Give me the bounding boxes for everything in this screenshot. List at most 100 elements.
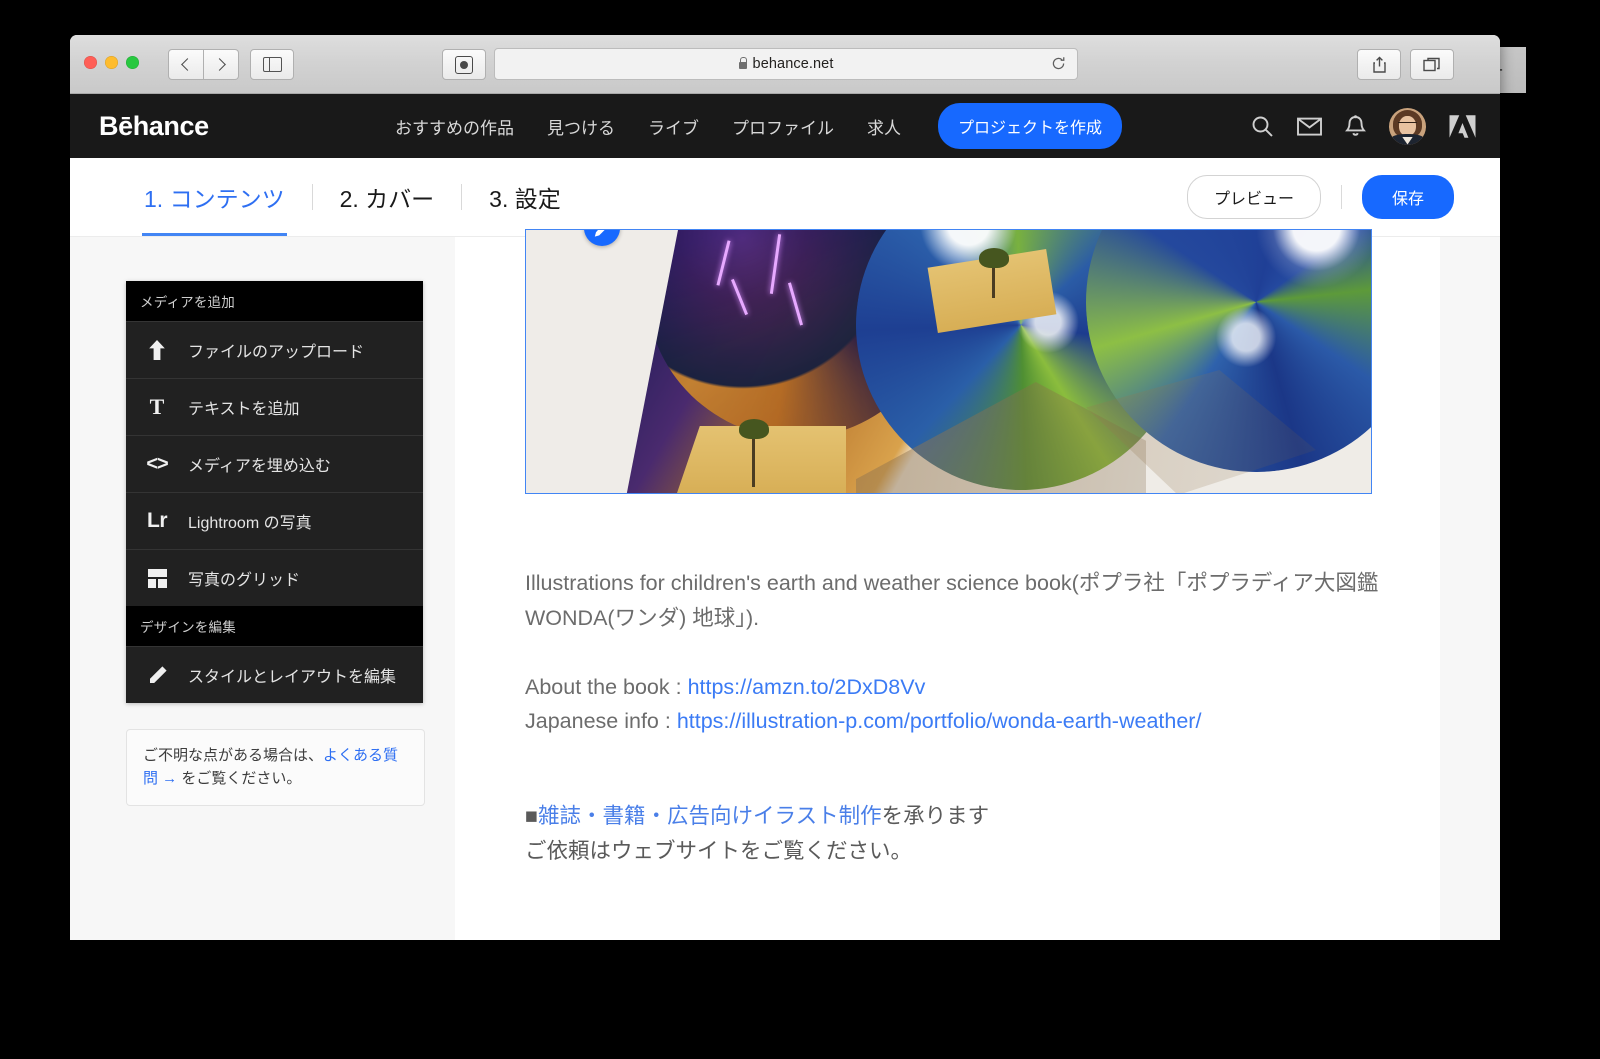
nav-item-discover[interactable]: 見つける — [547, 114, 615, 139]
panel-section-edit-design: デザインを編集 — [126, 606, 423, 646]
toolbar-right-buttons — [1357, 49, 1454, 80]
address-bar-content: behance.net — [738, 56, 834, 72]
bell-icon[interactable] — [1345, 114, 1366, 138]
chevron-left-icon — [181, 58, 194, 71]
behance-logo[interactable]: Bēhance — [99, 111, 209, 142]
japanese-label: Japanese info : — [525, 709, 677, 734]
promo-tail: を承ります — [881, 804, 990, 829]
reload-icon[interactable] — [1050, 55, 1067, 72]
lock-icon — [738, 56, 747, 69]
about-the-book-line: About the book : https://amzn.to/2DxD8Vv — [525, 670, 1385, 705]
help-box: ご不明な点がある場合は、よくある質問 → をご覧ください。 — [126, 729, 425, 806]
tab-cover[interactable]: 2. カバー — [338, 158, 437, 236]
save-button[interactable]: 保存 — [1361, 175, 1454, 219]
editor-body: メディアを追加 ファイルのアップロード T テキストを追加 <> メディアを埋め… — [70, 229, 1500, 940]
minimize-window-button[interactable] — [105, 56, 118, 69]
avatar[interactable] — [1389, 107, 1426, 145]
project-description: Illustrations for children's earth and w… — [525, 566, 1385, 869]
editor-actions: プレビュー 保存 — [1186, 158, 1454, 236]
embed-code-icon: <> — [146, 452, 168, 475]
nav-item-live[interactable]: ライブ — [648, 114, 699, 139]
url-text: behance.net — [752, 56, 834, 72]
preview-button[interactable]: プレビュー — [1186, 175, 1321, 219]
maximize-window-button[interactable] — [126, 56, 139, 69]
step-divider-1 — [311, 184, 313, 210]
media-tools-panel: メディアを追加 ファイルのアップロード T テキストを追加 <> メディアを埋め… — [126, 281, 423, 703]
avatar-glasses — [1398, 121, 1417, 127]
show-tabs-icon — [1423, 57, 1440, 72]
browser-window: behance.net Bēhance おすすめの作品 見つける ライブ プロフ… — [70, 35, 1500, 940]
text-t-icon: T — [149, 394, 165, 419]
photo-grid-icon — [126, 568, 188, 588]
portfolio-link[interactable]: https://illustration-p.com/portfolio/won… — [677, 709, 1202, 733]
browser-toolbar: behance.net — [70, 35, 1500, 94]
tab-content[interactable]: 1. コンテンツ — [142, 158, 287, 236]
nav-item-profile[interactable]: プロファイル — [732, 114, 834, 139]
back-button[interactable] — [168, 49, 204, 80]
promo-line-2: ご依頼はウェブサイトをご覧ください。 — [525, 839, 913, 864]
search-icon[interactable] — [1251, 115, 1274, 138]
main-navigation: おすすめの作品 見つける ライブ プロファイル 求人 プロジェクトを作成 — [395, 103, 1123, 149]
project-canvas: Illustrations for children's earth and w… — [455, 229, 1440, 940]
close-window-button[interactable] — [84, 56, 97, 69]
book-photo — [526, 230, 1371, 493]
window-controls — [84, 56, 139, 69]
pencil-icon — [594, 230, 604, 237]
sidebar-item-label: テキストを追加 — [188, 401, 300, 418]
about-label: About the book : — [525, 674, 688, 699]
help-suffix: をご覧ください。 — [177, 770, 302, 788]
sidebar-toggle-button[interactable] — [250, 49, 294, 80]
sidebar-item-label: メディアを埋め込む — [188, 458, 331, 475]
japanese-info-line: Japanese info : https://illustration-p.c… — [525, 704, 1385, 739]
promo-link[interactable]: 雑誌・書籍・広告向けイラスト制作 — [538, 804, 882, 828]
editor-step-bar: 1. コンテンツ 2. カバー 3. 設定 プレビュー 保存 — [70, 158, 1500, 237]
sidebar-item-label: スタイルとレイアウトを編集 — [188, 669, 397, 686]
address-bar[interactable]: behance.net — [494, 48, 1078, 80]
action-divider — [1340, 185, 1342, 209]
tab-settings[interactable]: 3. 設定 — [487, 158, 563, 236]
description-paragraph: Illustrations for children's earth and w… — [525, 571, 1379, 630]
navigation-buttons — [168, 49, 239, 80]
adobe-logo[interactable] — [1449, 114, 1476, 139]
sidebar-item-lightroom-photos[interactable]: Lr Lightroom の写真 — [126, 492, 423, 549]
nav-item-jobs[interactable]: 求人 — [867, 114, 901, 139]
sidebar-item-edit-style-layout[interactable]: スタイルとレイアウトを編集 — [126, 646, 423, 703]
show-tabs-button[interactable] — [1410, 49, 1454, 80]
behance-header: Bēhance おすすめの作品 見つける ライブ プロファイル 求人 プロジェク… — [70, 94, 1500, 158]
sidebar-item-label: Lightroom の写真 — [188, 515, 312, 532]
sidebar-toggle-icon — [262, 57, 282, 72]
promo-line: ■雑誌・書籍・広告向けイラスト制作を承ります — [525, 799, 1385, 834]
header-icons — [1251, 107, 1476, 145]
acacia-tree-icon — [739, 419, 769, 487]
lightroom-icon: Lr — [147, 509, 168, 532]
create-project-button[interactable]: プロジェクトを作成 — [938, 103, 1123, 149]
panel-section-add-media: メディアを追加 — [126, 281, 423, 321]
upload-arrow-icon — [126, 339, 188, 361]
amazon-link[interactable]: https://amzn.to/2DxD8Vv — [688, 675, 926, 699]
share-button[interactable] — [1357, 49, 1401, 80]
sidebar-item-add-text[interactable]: T テキストを追加 — [126, 378, 423, 435]
reader-view-icon — [455, 55, 473, 74]
sidebar-item-label: 写真のグリッド — [188, 572, 301, 589]
sidebar-item-embed-media[interactable]: <> メディアを埋め込む — [126, 435, 423, 492]
sidebar-item-photo-grid[interactable]: 写真のグリッド — [126, 549, 423, 606]
sidebar-item-label: ファイルのアップロード — [188, 344, 365, 361]
pencil-icon — [126, 665, 188, 686]
editor-steps: 1. コンテンツ 2. カバー 3. 設定 — [142, 158, 563, 236]
reader-view-button[interactable] — [442, 49, 486, 80]
chevron-right-icon — [213, 58, 226, 71]
acacia-tree-icon — [979, 248, 1009, 298]
help-prefix: ご不明な点がある場合は、 — [143, 747, 324, 764]
mail-icon[interactable] — [1297, 117, 1322, 136]
book-cover-left — [526, 230, 678, 493]
project-image-block[interactable] — [525, 229, 1372, 494]
forward-button[interactable] — [204, 49, 239, 80]
bullet-square-icon: ■ — [525, 804, 538, 829]
nav-item-featured[interactable]: おすすめの作品 — [395, 114, 514, 139]
step-divider-2 — [461, 184, 463, 210]
sidebar-item-upload-file[interactable]: ファイルのアップロード — [126, 321, 423, 378]
screen: + — [0, 0, 1600, 1059]
